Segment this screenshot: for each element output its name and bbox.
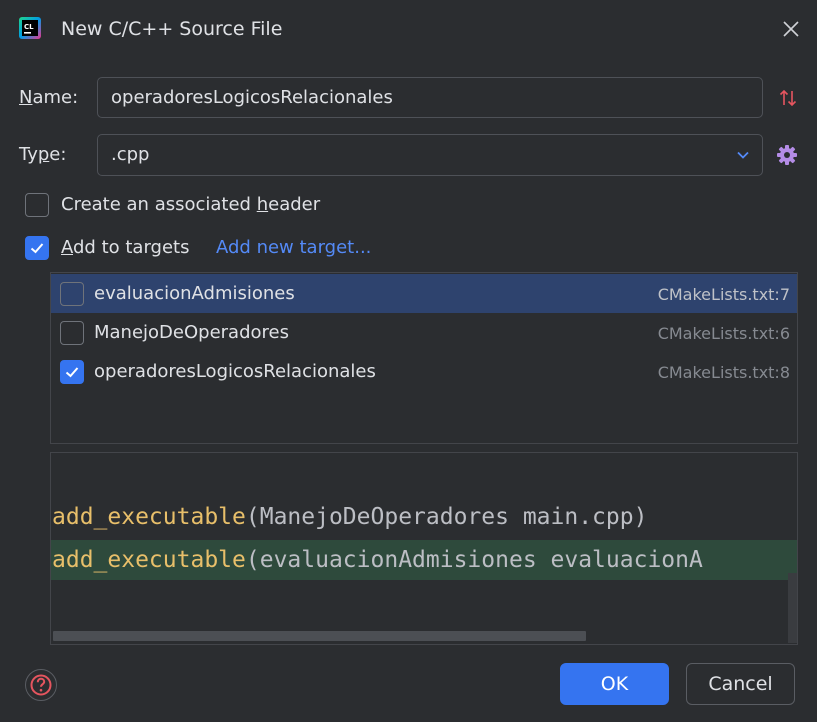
- target-name: evaluacionAdmisiones: [94, 283, 295, 304]
- target-file: CMakeLists.txt:6: [657, 324, 790, 343]
- name-label: Name:: [19, 87, 79, 108]
- target-file: CMakeLists.txt:7: [657, 285, 790, 304]
- ok-button[interactable]: OK: [560, 663, 669, 705]
- cmake-preview[interactable]: add_executable(ManejoDeOperadores main.c…: [50, 452, 798, 645]
- target-checkbox[interactable]: [60, 360, 84, 384]
- checkmark-icon: [65, 367, 79, 378]
- checkmark-icon: [30, 243, 44, 254]
- cancel-button[interactable]: Cancel: [686, 663, 795, 705]
- sort-arrows-icon[interactable]: [778, 87, 798, 109]
- app-icon-text: CL: [24, 23, 34, 31]
- code-line-highlighted: add_executable(evaluacionAdmisiones eval…: [51, 540, 797, 580]
- type-label: Type:: [19, 144, 67, 165]
- vertical-scrollbar[interactable]: [788, 573, 797, 643]
- create-header-label: Create an associated header: [61, 194, 321, 215]
- name-input[interactable]: [97, 77, 763, 118]
- chevron-down-icon: [737, 151, 749, 159]
- target-name: operadoresLogicosRelacionales: [94, 361, 376, 382]
- target-checkbox[interactable]: [60, 282, 84, 306]
- targets-list: evaluacionAdmisiones CMakeLists.txt:7 Ma…: [50, 272, 798, 444]
- clion-logo-icon: CL: [19, 17, 41, 39]
- horizontal-scrollbar[interactable]: [53, 631, 586, 641]
- new-source-file-dialog: CL New C/C++ Source File Name: Type: .cp…: [0, 0, 817, 722]
- add-new-target-link[interactable]: Add new target...: [216, 236, 371, 260]
- target-row-ManejoDeOperadores[interactable]: ManejoDeOperadores CMakeLists.txt:6: [51, 313, 797, 352]
- target-checkbox[interactable]: [60, 321, 84, 345]
- help-icon[interactable]: [24, 668, 58, 702]
- target-row-evaluacionAdmisiones[interactable]: evaluacionAdmisiones CMakeLists.txt:7: [51, 274, 797, 313]
- type-dropdown[interactable]: .cpp: [97, 134, 763, 176]
- close-icon[interactable]: [778, 16, 804, 42]
- target-name: ManejoDeOperadores: [94, 322, 289, 343]
- code-line: add_executable(ManejoDeOperadores main.c…: [52, 504, 648, 530]
- add-to-targets-checkbox[interactable]: [25, 236, 49, 260]
- create-header-checkbox[interactable]: [25, 193, 49, 217]
- gear-icon[interactable]: [776, 144, 798, 166]
- target-row-operadoresLogicosRelacionales[interactable]: operadoresLogicosRelacionales CMakeLists…: [51, 352, 797, 391]
- target-file: CMakeLists.txt:8: [657, 363, 790, 382]
- dialog-title: New C/C++ Source File: [61, 18, 283, 40]
- add-to-targets-label: Add to targets: [61, 237, 190, 258]
- type-value: .cpp: [111, 144, 150, 165]
